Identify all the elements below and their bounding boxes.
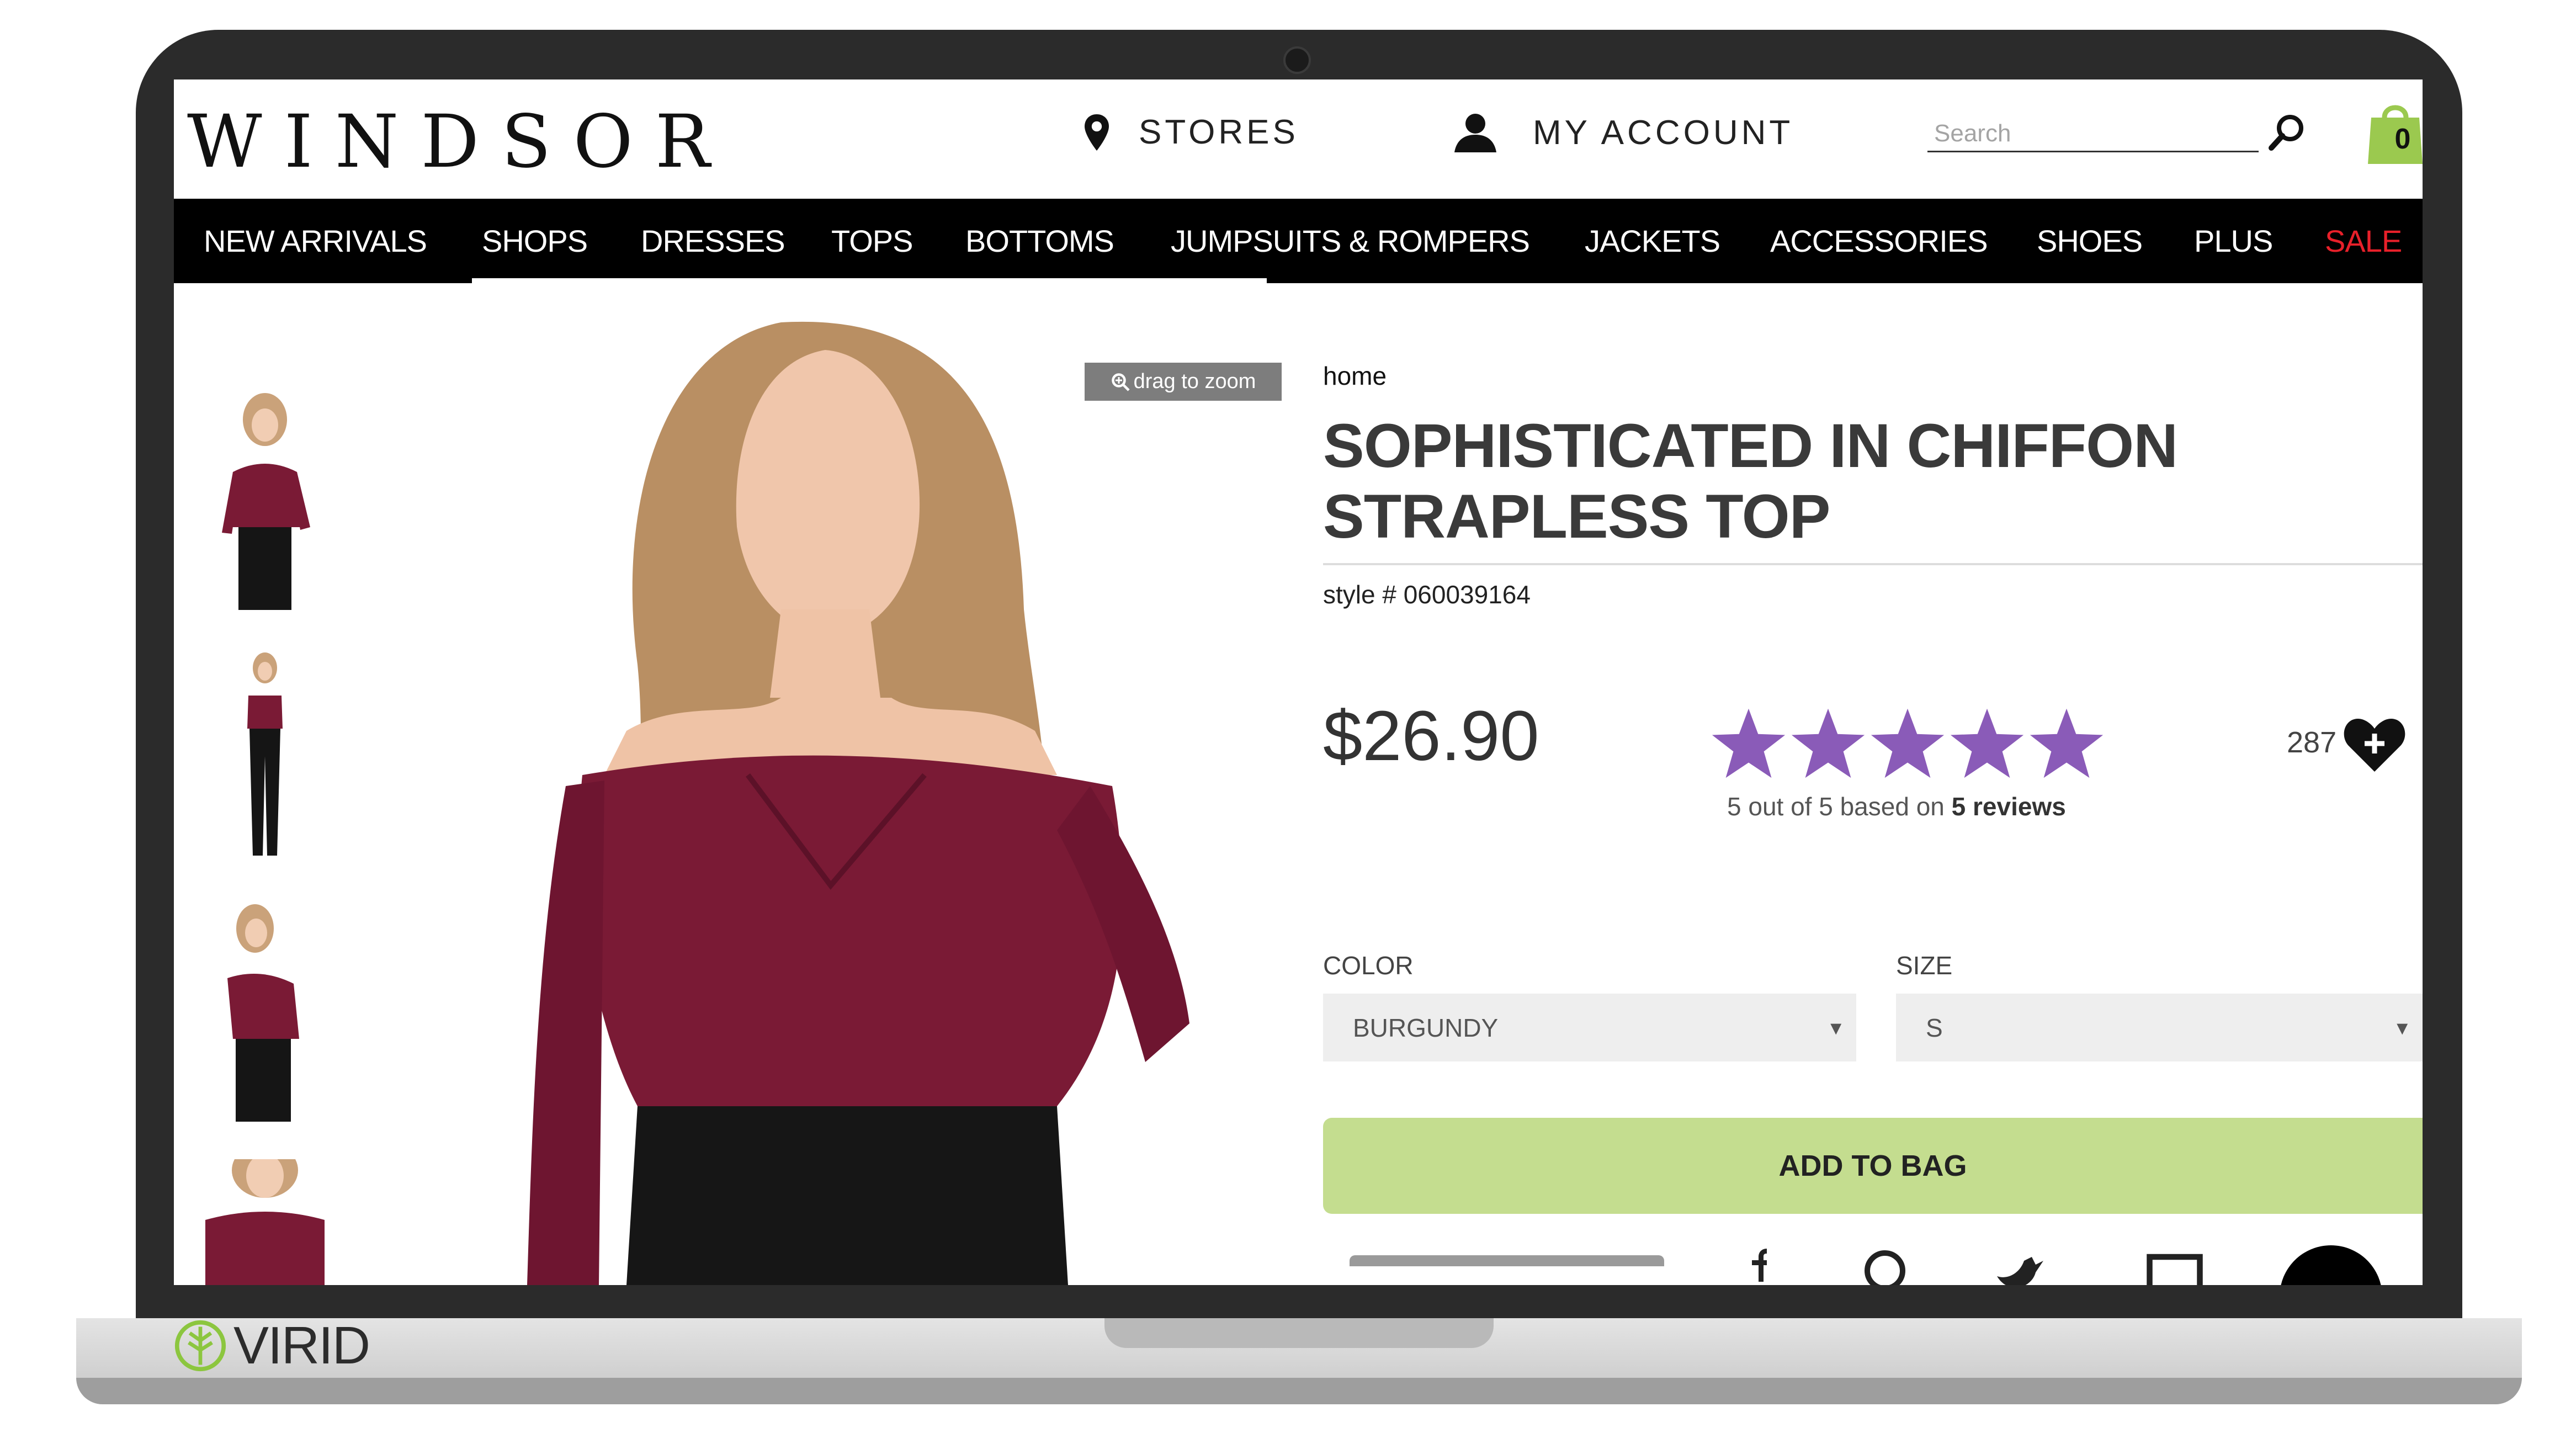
thumbnail-image (205, 646, 325, 868)
nav-shops[interactable]: SHOPS (482, 199, 588, 283)
rating-stars[interactable] (1711, 705, 2105, 782)
rating-summary[interactable]: 5 out of 5 based on 5 reviews (1727, 792, 2066, 821)
add-to-wishlist-heart-icon[interactable] (2343, 715, 2406, 772)
chat-button[interactable] (2280, 1245, 2382, 1285)
drag-to-zoom-button[interactable]: drag to zoom (1085, 363, 1282, 401)
product-thumbnail[interactable] (205, 389, 325, 611)
color-select-value: BURGUNDY (1353, 1013, 1499, 1042)
nav-bottoms[interactable]: BOTTOMS (965, 199, 1114, 283)
nav-new-arrivals[interactable]: NEW ARRIVALS (204, 199, 427, 283)
my-account-link[interactable]: MY ACCOUNT (1454, 113, 1793, 152)
drag-to-zoom-label: drag to zoom (1133, 370, 1256, 393)
virid-brand-text: VIRID (233, 1315, 370, 1375)
facebook-icon[interactable] (1739, 1249, 1772, 1282)
rating-prefix: 5 out of 5 based on (1727, 792, 1945, 821)
my-account-label: MY ACCOUNT (1533, 113, 1794, 152)
star-icon (1791, 708, 1865, 778)
product-thumbnail[interactable] (205, 901, 325, 1123)
main-nav: NEW ARRIVALS SHOPS DRESSES TOPS BOTTOMS … (174, 199, 2423, 283)
star-icon (1950, 708, 2024, 778)
find-in-store-button[interactable] (1350, 1255, 1664, 1266)
thumbnail-image (205, 901, 325, 1123)
nav-dresses[interactable]: DRESSES (641, 199, 785, 283)
twitter-icon[interactable] (1995, 1253, 2045, 1285)
nav-jumpsuits-rompers[interactable]: JUMPSUITS & ROMPERS (1171, 199, 1530, 283)
dropdown-arrow-icon: ▼ (2393, 1018, 2412, 1039)
size-label: SIZE (1896, 951, 1953, 980)
user-icon (1454, 114, 1496, 152)
star-icon (2030, 708, 2104, 778)
color-label: COLOR (1323, 951, 1414, 980)
browser-screen: WINDSOR STORES MY ACCOUNT 0 NEW (174, 79, 2423, 1285)
product-title-line2: STRAPLESS TOP (1323, 482, 1830, 551)
leaf-icon (174, 1320, 226, 1371)
search-input[interactable] (1927, 116, 2259, 152)
main-product-image[interactable] (472, 278, 1267, 1285)
size-select-value: S (1926, 1013, 1943, 1042)
wishlist-count: 287 (2287, 726, 2337, 759)
title-divider (1323, 563, 2423, 565)
dropdown-arrow-icon: ▼ (1826, 1018, 1845, 1039)
laptop-notch (1104, 1318, 1494, 1348)
size-select[interactable]: S ▼ (1896, 994, 2423, 1061)
product-price: $26.90 (1323, 697, 1539, 776)
pinterest-icon[interactable] (1863, 1249, 1907, 1285)
nav-tops[interactable]: TOPS (831, 199, 913, 283)
nav-jackets[interactable]: JACKETS (1585, 199, 1720, 283)
stores-label: STORES (1139, 113, 1299, 151)
virid-logo: VIRID (174, 1315, 370, 1375)
product-thumbnail[interactable] (205, 646, 325, 868)
zoom-in-icon (1111, 373, 1130, 391)
star-icon (1712, 708, 1786, 778)
nav-shoes[interactable]: SHOES (2037, 199, 2143, 283)
search-icon[interactable] (2267, 113, 2307, 152)
product-title: SOPHISTICATED IN CHIFFON STRAPLESS TOP (1323, 411, 2261, 552)
rating-reviews-link[interactable]: 5 reviews (1952, 792, 2066, 821)
site-logo[interactable]: WINDSOR (187, 99, 732, 184)
breadcrumb-home[interactable]: home (1323, 361, 1387, 391)
nav-sale[interactable]: SALE (2325, 199, 2402, 283)
bag-count: 0 (2394, 123, 2411, 155)
email-icon[interactable] (2144, 1253, 2205, 1285)
stores-link[interactable]: STORES (1085, 113, 1299, 152)
laptop-base-edge (76, 1378, 2522, 1404)
location-pin-icon (1085, 114, 1109, 151)
thumbnail-image (205, 389, 325, 611)
product-title-line1: SOPHISTICATED IN CHIFFON (1323, 411, 2178, 480)
style-number: style # 060039164 (1323, 580, 1531, 609)
model-photo (472, 278, 1267, 1285)
share-row (174, 1245, 2423, 1285)
site-header: WINDSOR STORES MY ACCOUNT 0 (174, 79, 2423, 199)
add-to-bag-button[interactable]: ADD TO BAG (1323, 1118, 2423, 1214)
nav-accessories[interactable]: ACCESSORIES (1770, 199, 1988, 283)
nav-plus[interactable]: PLUS (2194, 199, 2273, 283)
color-select[interactable]: BURGUNDY ▼ (1323, 994, 1856, 1061)
webcam (1283, 46, 1311, 74)
star-icon (1871, 708, 1945, 778)
